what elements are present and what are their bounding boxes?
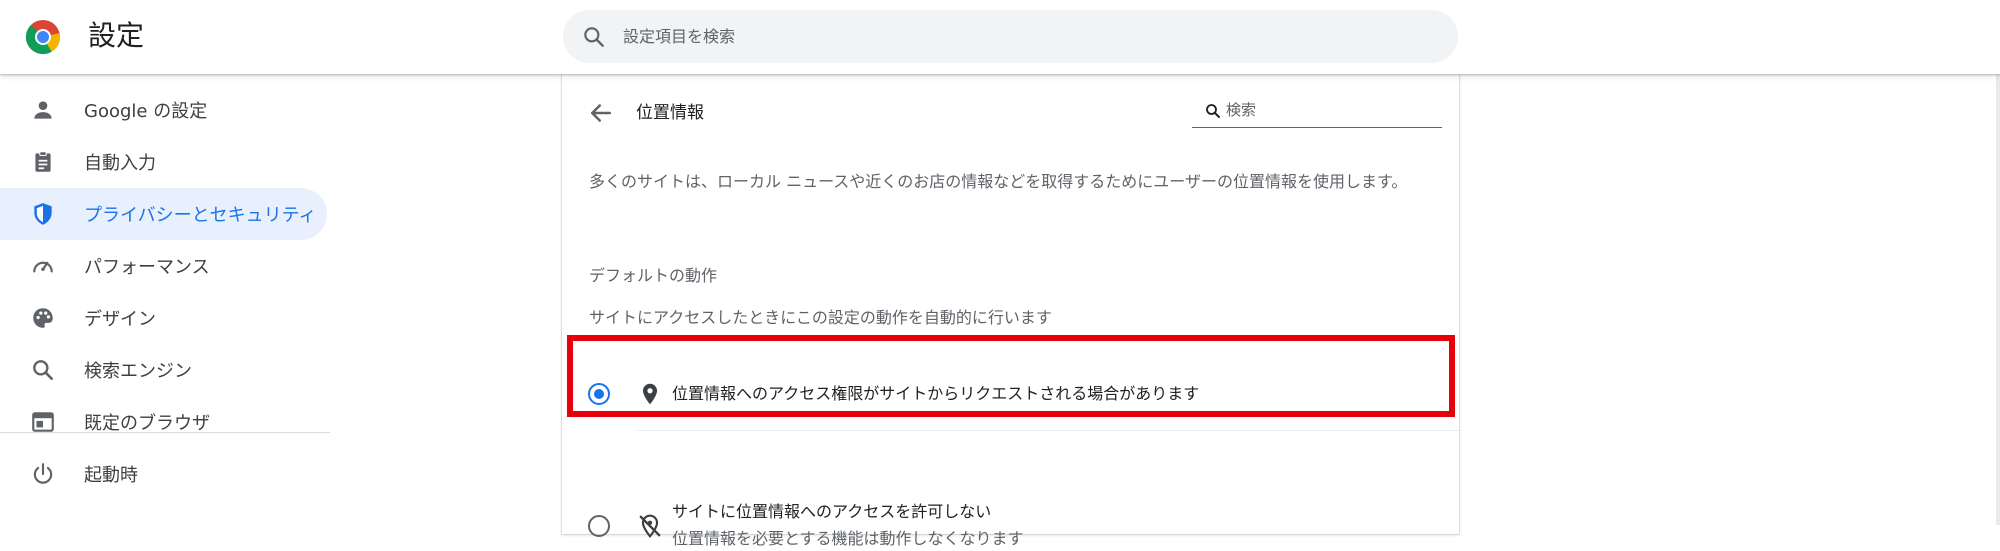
- back-arrow-icon[interactable]: [586, 98, 616, 128]
- power-icon: [33, 463, 53, 484]
- sidebar-item-default-browser[interactable]: 既定のブラウザ: [0, 396, 327, 448]
- radio-ask-location[interactable]: [588, 383, 610, 405]
- search-icon: [33, 360, 53, 380]
- sidebar-item-label: 検索エンジン: [84, 361, 192, 382]
- sidebar-item-label: 起動時: [84, 465, 138, 486]
- option-ask-location[interactable]: 位置情報へのアクセス権限がサイトからリクエストされる場合があります: [562, 358, 1459, 431]
- sidebar-item-label: プライバシーとセキュリティ: [84, 205, 317, 226]
- sidebar-item-label: デザイン: [84, 309, 156, 330]
- page-search-input[interactable]: [1226, 94, 1436, 126]
- person-icon: [34, 101, 52, 119]
- option-label: 位置情報へのアクセス権限がサイトからリクエストされる場合があります: [672, 384, 1200, 403]
- chrome-logo-icon: [25, 20, 61, 55]
- sidebar-item-on-startup[interactable]: 起動時: [0, 448, 327, 500]
- page-description: 多くのサイトは、ローカル ニュースや近くのお店の情報などを取得するためにユーザー…: [589, 172, 1408, 191]
- option-block-location[interactable]: サイトに位置情報へのアクセスを許可しない 位置情報を必要とする機能は動作しなくな…: [562, 430, 1459, 548]
- sidebar-item-google[interactable]: Google の設定: [0, 84, 327, 136]
- settings-search[interactable]: [563, 10, 1458, 63]
- option-label: サイトに位置情報へのアクセスを許可しない: [672, 502, 992, 521]
- sidebar-item-appearance[interactable]: デザイン: [0, 292, 327, 344]
- sidebar: Google の設定 自動入力 プライバシーとセキュリティ パフォーマンス デザ…: [0, 84, 330, 500]
- location-settings-card: 位置情報 多くのサイトは、ローカル ニュースや近くのお店の情報などを取得するため…: [562, 74, 1459, 548]
- sidebar-item-autofill[interactable]: 自動入力: [0, 136, 327, 188]
- search-icon: [1206, 104, 1220, 118]
- page-title: 位置情報: [636, 103, 704, 123]
- sidebar-item-search-engine[interactable]: 検索エンジン: [0, 344, 327, 396]
- radio-block-location[interactable]: [588, 515, 610, 537]
- scrollbar-track[interactable]: [1996, 74, 2000, 525]
- shield-icon: [34, 203, 52, 225]
- location-off-icon: [639, 514, 661, 538]
- settings-search-input[interactable]: [623, 10, 1443, 63]
- sidebar-item-performance[interactable]: パフォーマンス: [0, 240, 327, 292]
- sidebar-item-label: Google の設定: [84, 101, 208, 122]
- speedometer-icon: [33, 261, 53, 273]
- section-subtext: サイトにアクセスしたときにこの設定の動作を自動的に行います: [589, 308, 1052, 327]
- option-sublabel: 位置情報を必要とする機能は動作しなくなります: [672, 529, 1024, 548]
- sidebar-item-label: 自動入力: [84, 153, 156, 174]
- location-pin-icon: [642, 383, 658, 405]
- sidebar-divider: [0, 432, 330, 433]
- top-bar: 設定: [0, 0, 2000, 74]
- sidebar-item-label: パフォーマンス: [84, 257, 210, 278]
- section-heading: デフォルトの動作: [589, 266, 718, 285]
- clipboard-icon: [35, 151, 51, 172]
- search-icon: [584, 27, 604, 47]
- palette-icon: [33, 308, 53, 328]
- app-title: 設定: [88, 19, 145, 52]
- page-search[interactable]: [1192, 94, 1442, 128]
- sidebar-item-privacy-security[interactable]: プライバシーとセキュリティ: [0, 188, 327, 240]
